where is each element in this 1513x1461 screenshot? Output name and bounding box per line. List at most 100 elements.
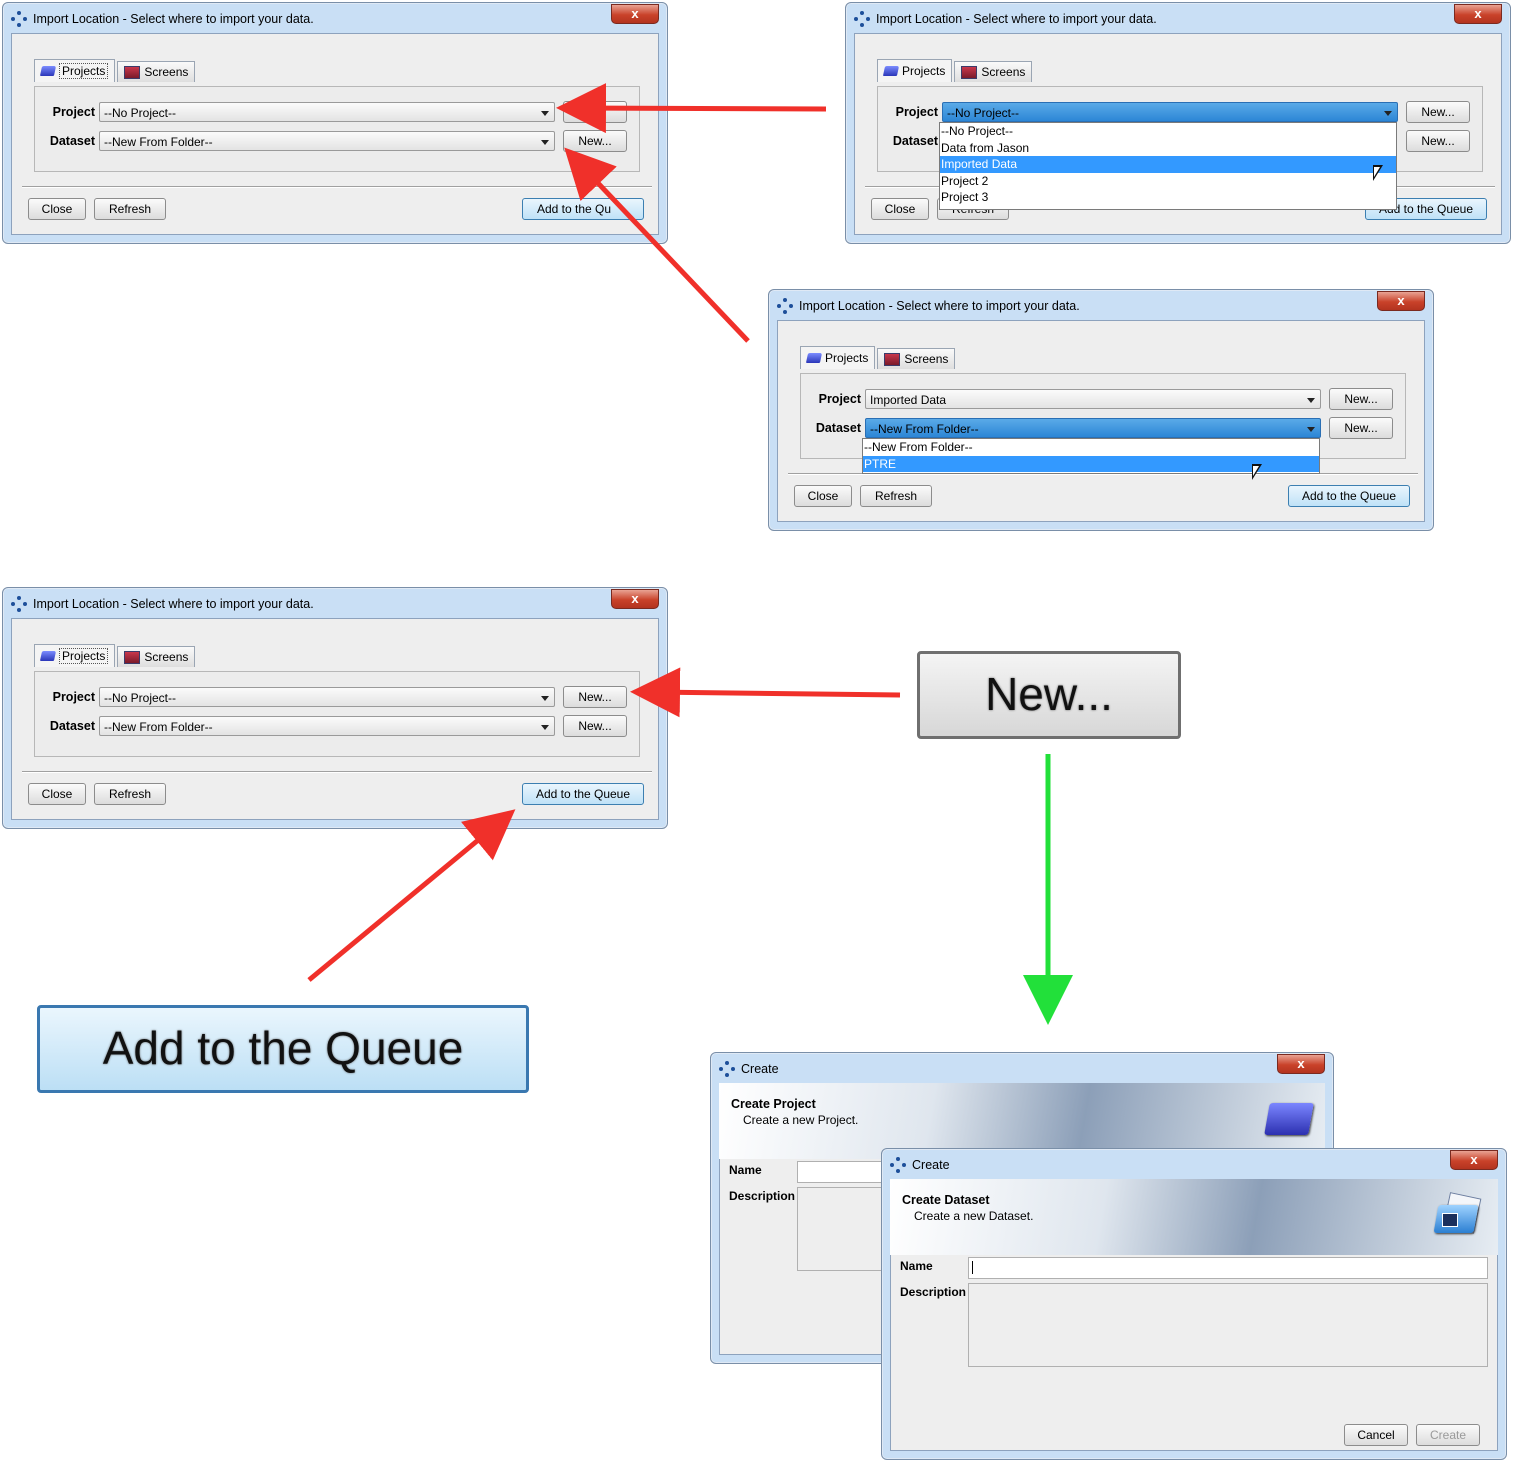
project-select[interactable]: --No Project-- — [99, 687, 555, 707]
close-icon[interactable]: x — [611, 4, 659, 24]
window-title: Import Location - Select where to import… — [33, 597, 314, 611]
window-title-bar: Import Location - Select where to import… — [777, 297, 1373, 315]
header-subtitle: Create a new Dataset. — [914, 1209, 1034, 1223]
chevron-down-icon — [541, 111, 549, 116]
dropdown-option[interactable]: Data from Jason — [940, 140, 1396, 157]
dataset-label: Dataset — [815, 421, 861, 435]
chevron-down-icon — [541, 725, 549, 730]
text-caret — [972, 1261, 973, 1274]
project-dropdown-list: --No Project-- Data from Jason Imported … — [939, 122, 1397, 210]
dataset-label: Dataset — [49, 719, 95, 733]
close-button[interactable]: Close — [28, 783, 86, 805]
dataset-label: Dataset — [892, 134, 938, 148]
new-project-button[interactable]: New... — [1406, 101, 1470, 123]
project-label: Project — [52, 690, 95, 704]
dropdown-option[interactable]: Project 3 — [940, 189, 1396, 206]
app-icon — [890, 1157, 906, 1173]
app-icon — [11, 11, 27, 27]
dropdown-option-selected[interactable]: PTRE — [863, 455, 1319, 473]
tab-projects[interactable]: Projects — [34, 59, 116, 82]
close-icon[interactable]: x — [1277, 1054, 1325, 1074]
refresh-button[interactable]: Refresh — [94, 783, 166, 805]
refresh-button[interactable]: Refresh — [94, 198, 166, 220]
tab-bar: Projects Screens — [34, 59, 196, 82]
dataset-select[interactable]: --New From Folder-- — [99, 716, 555, 736]
description-field[interactable] — [968, 1283, 1488, 1367]
window-title: Import Location - Select where to import… — [876, 12, 1157, 26]
projects-folder-icon — [39, 651, 57, 661]
name-field[interactable] — [968, 1257, 1488, 1279]
new-project-button[interactable]: New... — [563, 686, 627, 708]
zoomed-new-button: New... — [917, 651, 1181, 739]
new-dataset-button[interactable]: New... — [563, 715, 627, 737]
dialog-content: Projects Screens Project Imported Data N… — [777, 320, 1425, 522]
new-project-button[interactable] — [563, 101, 627, 123]
header-title: Create Dataset — [902, 1193, 990, 1207]
project-label: Project — [52, 105, 95, 119]
window-title: Create — [912, 1158, 950, 1172]
app-icon — [11, 596, 27, 612]
new-dataset-button[interactable]: New... — [563, 130, 627, 152]
divider — [22, 771, 652, 773]
import-dialog-4: Import Location - Select where to import… — [2, 587, 668, 829]
projects-panel: Project --No Project-- New... Dataset --… — [34, 671, 640, 757]
tab-bar: Projects Screens — [800, 346, 956, 369]
name-label: Name — [900, 1259, 933, 1273]
red-arrow-to-queue-button — [307, 809, 516, 982]
tab-screens[interactable]: Screens — [117, 646, 196, 667]
close-icon[interactable]: x — [1450, 1150, 1498, 1170]
close-button[interactable]: Close — [794, 485, 852, 507]
tab-projects[interactable]: Projects — [34, 644, 116, 667]
project-select[interactable]: --No Project-- — [942, 102, 1398, 122]
dropdown-option[interactable]: Project 2 — [940, 173, 1396, 190]
close-button[interactable]: Close — [871, 198, 929, 220]
project-select[interactable]: --No Project-- — [99, 102, 555, 122]
window-title-bar: Create — [890, 1156, 1446, 1174]
window-title-bar: Create — [719, 1060, 1273, 1078]
app-icon — [719, 1061, 735, 1077]
name-label: Name — [729, 1163, 762, 1177]
tab-projects[interactable]: Projects — [800, 346, 876, 369]
import-dialog-1: Import Location - Select where to import… — [2, 2, 668, 244]
projects-folder-icon — [39, 66, 57, 76]
tab-bar: Projects Screens — [34, 644, 196, 667]
create-button[interactable]: Create — [1416, 1424, 1480, 1446]
window-title: Import Location - Select where to import… — [33, 12, 314, 26]
refresh-button[interactable]: Refresh — [860, 485, 932, 507]
screens-icon — [884, 352, 901, 366]
tab-screens[interactable]: Screens — [954, 61, 1033, 82]
mouse-cursor-icon — [1252, 464, 1262, 480]
dataset-label: Dataset — [49, 134, 95, 148]
folder-icon — [1264, 1103, 1314, 1135]
add-to-queue-button[interactable]: Add to the Queue — [522, 783, 644, 805]
import-dialog-2: Import Location - Select where to import… — [845, 2, 1511, 244]
add-to-queue-button[interactable]: Add to the Queue — [1288, 485, 1410, 507]
close-icon[interactable]: x — [611, 589, 659, 609]
divider — [22, 186, 652, 188]
close-icon[interactable]: x — [1454, 4, 1502, 24]
dataset-select[interactable]: --New From Folder-- — [99, 131, 555, 151]
dataset-select[interactable]: --New From Folder-- — [865, 418, 1321, 438]
dropdown-option[interactable]: --New From Folder-- — [863, 439, 1319, 456]
screens-icon — [124, 650, 141, 664]
tab-screens[interactable]: Screens — [877, 348, 956, 369]
add-to-queue-button[interactable]: Add to the Qu — [522, 198, 644, 220]
dropdown-option[interactable]: --No Project-- — [940, 123, 1396, 140]
header-title: Create Project — [731, 1097, 816, 1111]
create-header: Create Dataset Create a new Dataset. — [890, 1179, 1498, 1255]
header-subtitle: Create a new Project. — [743, 1113, 859, 1127]
close-button[interactable]: Close — [28, 198, 86, 220]
new-dataset-button[interactable]: New... — [1406, 130, 1470, 152]
window-title: Create — [741, 1062, 779, 1076]
red-arrow-to-new-button — [630, 667, 901, 718]
dropdown-option-selected[interactable]: Imported Data — [940, 156, 1396, 173]
cancel-button[interactable]: Cancel — [1344, 1424, 1408, 1446]
create-dataset-dialog: Create x Create Dataset Create a new Dat… — [881, 1148, 1507, 1460]
project-select[interactable]: Imported Data — [865, 389, 1321, 409]
tab-screens[interactable]: Screens — [117, 61, 196, 82]
new-project-button[interactable]: New... — [1329, 388, 1393, 410]
close-icon[interactable]: x — [1377, 291, 1425, 311]
new-dataset-button[interactable]: New... — [1329, 417, 1393, 439]
tab-projects[interactable]: Projects — [877, 59, 953, 82]
window-title-bar: Import Location - Select where to import… — [854, 10, 1450, 28]
